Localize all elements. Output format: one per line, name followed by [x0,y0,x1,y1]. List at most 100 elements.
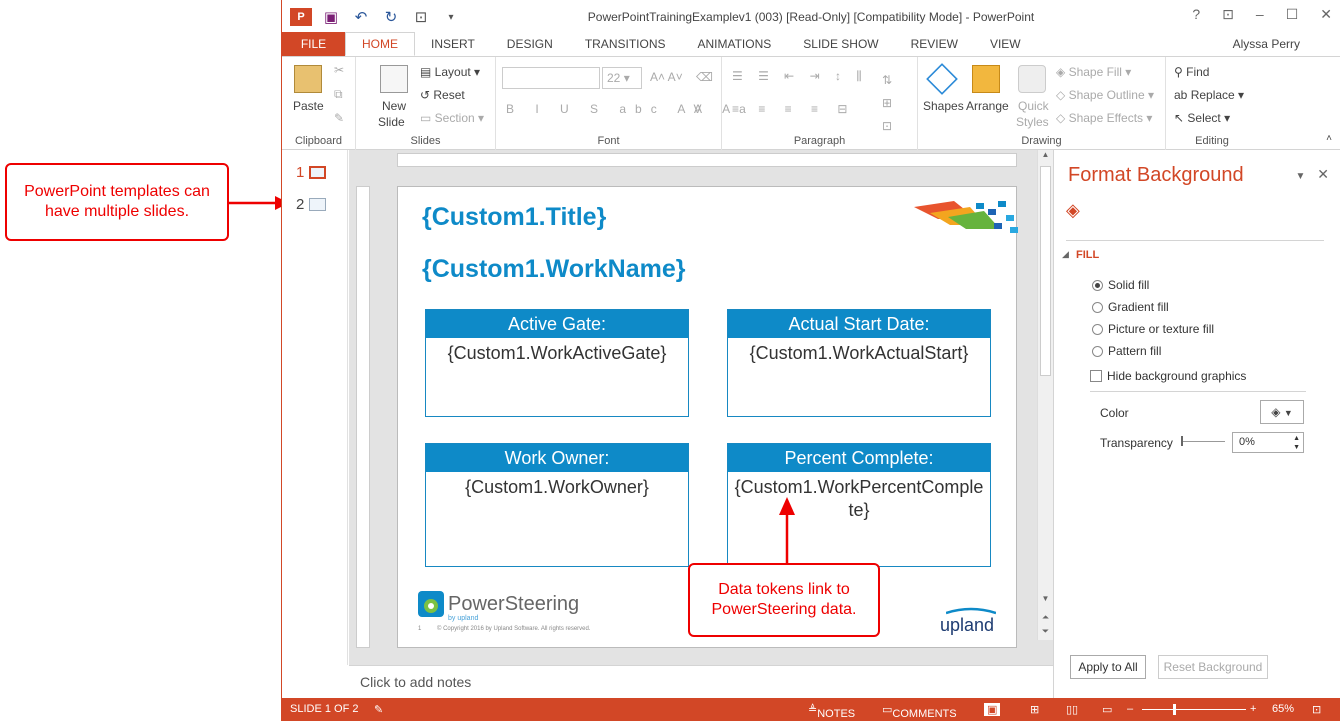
tab-animations[interactable]: ANIMATIONS [681,32,787,56]
notes-pane[interactable]: Click to add notes [349,665,1053,698]
option-gradient-fill[interactable]: Gradient fill [1092,300,1169,314]
zoom-slider[interactable] [1142,709,1246,710]
transparency-input[interactable]: 0% ▲ ▼ [1232,432,1304,453]
notes-button[interactable]: ≜ NOTES [808,703,855,720]
tab-home[interactable]: HOME [345,32,415,56]
shape-fill-button[interactable]: ◈ Shape Fill ▾ [1056,65,1131,79]
slide-sorter-icon[interactable]: ⊞ [1030,703,1039,716]
font-color-icon[interactable]: A [694,102,702,116]
shape-outline-button[interactable]: ◇ Shape Outline ▾ [1056,88,1154,102]
option-picture-fill[interactable]: Picture or texture fill [1092,322,1214,336]
list-icons[interactable]: ☰ ☰ ⇤ ⇥ ↕ ⫼ [732,69,868,84]
hide-graphics-checkbox[interactable] [1090,370,1102,382]
pane-options-icon[interactable]: ▼ [1295,171,1305,182]
radio-pattern-fill[interactable] [1092,345,1103,357]
tab-insert[interactable]: INSERT [415,32,491,56]
fill-section-header[interactable]: FILL [1076,249,1099,261]
card-percent-complete[interactable]: Percent Complete: {Custom1.WorkPercentCo… [727,443,991,567]
minimize-icon[interactable]: – [1256,6,1264,23]
tab-design[interactable]: DESIGN [491,32,569,56]
option-pattern-fill[interactable]: Pattern fill [1092,344,1161,358]
tab-file[interactable]: FILE [282,32,345,56]
layout-button[interactable]: ▤ Layout ▾ [420,65,480,79]
card-body: {Custom1.WorkPercentComplete} [734,477,984,520]
fill-bucket-icon[interactable]: ◈ [1066,200,1080,221]
collapse-ribbon-icon[interactable]: ˄ [1326,133,1332,144]
zoom-in-icon[interactable]: + [1250,703,1256,715]
zoom-slider-thumb[interactable] [1173,704,1176,715]
tab-transitions[interactable]: TRANSITIONS [569,32,682,56]
quick-styles-button[interactable]: Quick [1018,99,1049,113]
next-slide-icon[interactable]: ⏷ [1038,626,1053,637]
color-picker-button[interactable]: ◈ ▼ [1260,400,1304,424]
arrange-button[interactable]: Arrange [966,99,1009,113]
reading-view-icon[interactable]: ▯▯ [1066,703,1078,716]
tab-view[interactable]: VIEW [974,32,1037,56]
quick-styles-button-line2[interactable]: Styles [1016,115,1049,129]
select-button[interactable]: ↖ Select ▾ [1174,111,1230,125]
slider-handle[interactable] [1181,436,1183,446]
text-direction-icons[interactable]: ⇅ ⊞ ⊡ [882,69,892,138]
transparency-slider[interactable] [1181,436,1225,446]
spell-check-icon[interactable]: ✎ [374,703,383,716]
shape-effects-button[interactable]: ◇ Shape Effects ▾ [1056,111,1152,125]
vertical-scrollbar[interactable]: ▲ ▼ ⏶ ⏷ [1037,150,1053,640]
slide-title[interactable]: {Custom1.Title} [422,203,606,232]
card-actual-start-date[interactable]: Actual Start Date: {Custom1.WorkActualSt… [727,309,991,417]
slide-thumbnail-1[interactable] [309,166,326,179]
cut-icon[interactable]: ✂ [334,63,344,77]
radio-picture-fill[interactable] [1092,323,1103,335]
new-slide-button-line2[interactable]: Slide [378,115,405,129]
replace-button[interactable]: ab Replace ▾ [1174,88,1244,102]
title-bar: P ▣ ↶ ↻ ⊡ ▾ PowerPointTrainingExamplev1 … [282,0,1340,34]
slideshow-view-icon[interactable]: ▭ [1102,703,1112,716]
spinner-icon[interactable]: ▲ ▼ [1293,434,1300,452]
card-work-owner[interactable]: Work Owner: {Custom1.WorkOwner} [425,443,689,567]
layout-label: Layout [434,65,471,79]
card-active-gate[interactable]: Active Gate: {Custom1.WorkActiveGate} [425,309,689,417]
zoom-out-icon[interactable]: – [1127,703,1133,715]
find-button[interactable]: ⚲ Find [1174,65,1209,79]
paste-button[interactable]: Paste [293,99,324,113]
shapes-button[interactable]: Shapes [923,99,964,113]
tab-review[interactable]: REVIEW [895,32,974,56]
pane-title: Format Background [1068,164,1244,186]
slide-workname[interactable]: {Custom1.WorkName} [422,255,686,284]
comments-button[interactable]: ▭ COMMENTS [882,703,957,720]
slide-thumbnail-2[interactable] [309,198,326,211]
pane-close-icon[interactable]: ✕ [1317,166,1329,182]
fit-to-window-icon[interactable]: ⊡ [1312,703,1321,716]
scroll-up-arrow[interactable]: ▲ [1038,150,1053,164]
font-size-box[interactable]: 22 ▾ [602,67,642,89]
zoom-level[interactable]: 65% [1272,703,1294,715]
clear-format-icon[interactable]: ⌫ [696,70,713,84]
window-controls: ? ⊡ – ☐ ✕ [1192,6,1332,23]
font-format-icons[interactable]: B I U S abc AV Aa [506,102,755,116]
copy-icon[interactable]: ⧉ [334,87,343,102]
new-slide-button[interactable]: New [382,99,406,113]
fill-collapse-icon[interactable]: ◢ [1062,249,1069,260]
scroll-thumb[interactable] [1040,166,1051,376]
reset-background-button[interactable]: Reset Background [1158,655,1268,679]
user-name[interactable]: Alyssa Perry [1233,37,1300,51]
help-icon[interactable]: ? [1192,6,1200,23]
apply-to-all-button[interactable]: Apply to All [1070,655,1146,679]
font-name-box[interactable] [502,67,600,89]
option-solid-fill[interactable]: Solid fill [1092,278,1149,292]
notes-placeholder[interactable]: Click to add notes [360,674,471,690]
normal-view-icon[interactable]: ▣ [984,703,1001,716]
section-button[interactable]: ▭ Section ▾ [420,111,484,125]
prev-slide-icon[interactable]: ⏶ [1038,612,1053,623]
maximize-icon[interactable]: ☐ [1286,6,1299,23]
ribbon-display-icon[interactable]: ⊡ [1222,6,1234,23]
radio-solid-fill[interactable] [1092,279,1103,291]
scroll-down-arrow[interactable]: ▼ [1038,594,1053,603]
option-hide-background-graphics[interactable]: Hide background graphics [1090,369,1246,383]
reset-button[interactable]: ↺ Reset [420,88,465,102]
align-icons[interactable]: ≡ ≡ ≡ ≡ ⊟ [732,102,855,116]
close-icon[interactable]: ✕ [1320,6,1332,23]
tab-slide-show[interactable]: SLIDE SHOW [787,32,894,56]
grow-font-icon[interactable]: A˄ A˅ [650,70,683,84]
radio-gradient-fill[interactable] [1092,301,1103,313]
format-painter-icon[interactable]: ✎ [334,111,344,125]
